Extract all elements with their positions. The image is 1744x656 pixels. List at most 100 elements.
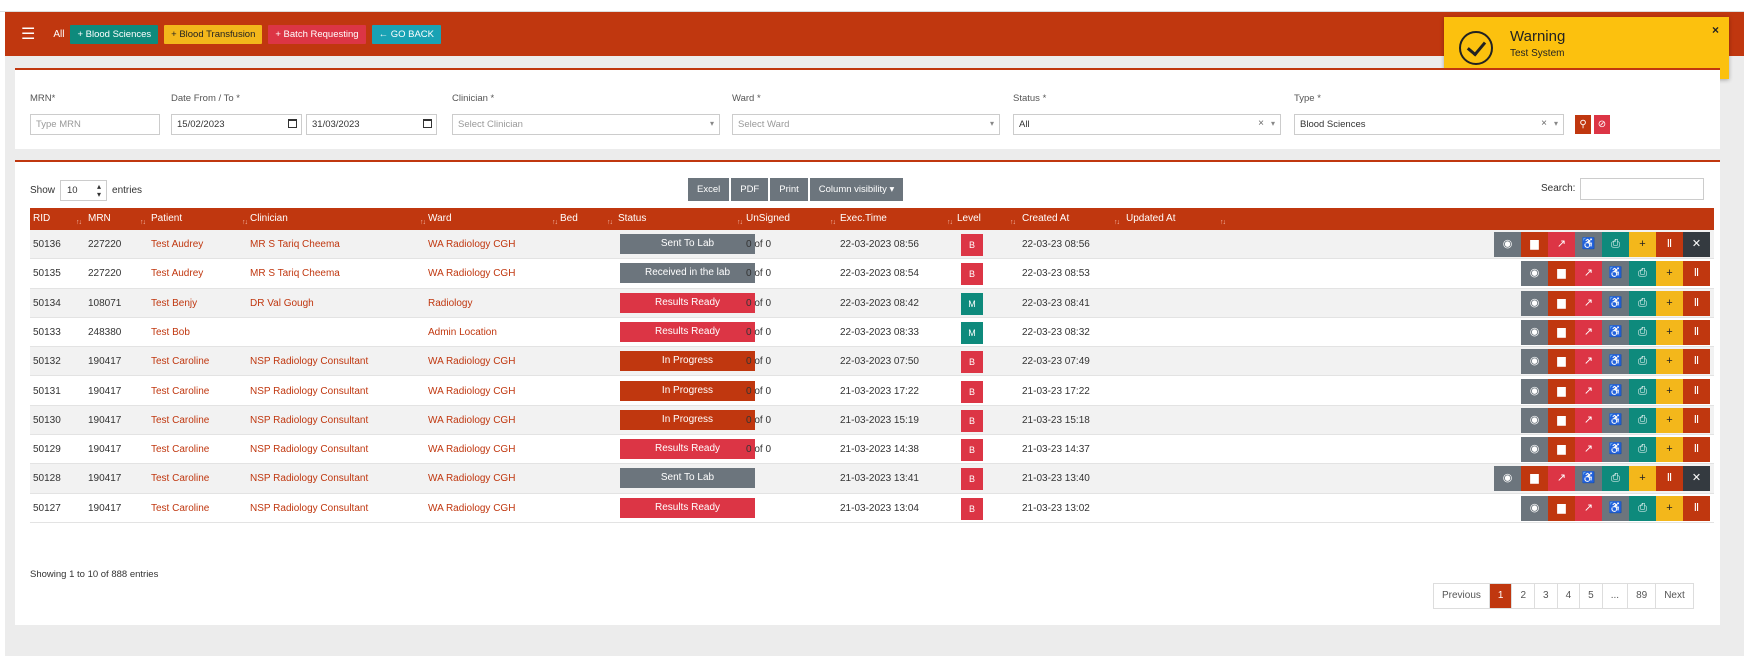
close-icon[interactable]: ✕ [1683,232,1710,257]
plus-icon[interactable]: + [1656,319,1683,345]
bar-chart-icon[interactable]: ▆ [1548,319,1575,345]
cell-patient[interactable]: Test Benjy [151,298,197,309]
line-chart-icon[interactable]: ↗ [1548,466,1575,492]
line-chart-icon[interactable]: ↗ [1575,319,1602,345]
column-visibility-button[interactable]: Column visibility ▾ [809,178,904,201]
hamburger-icon[interactable]: ☰ [21,24,35,44]
wheelchair-icon[interactable]: ♿ [1602,378,1629,404]
column-header-ward[interactable]: Ward [428,213,452,224]
cell-clinician[interactable]: NSP Radiology Consultant [250,503,368,514]
cell-ward[interactable]: WA Radiology CGH [428,415,515,426]
batch-requesting-button[interactable]: + Batch Requesting [268,24,366,44]
add-blood-sciences-button[interactable]: + Blood Sciences [70,24,159,44]
wheelchair-icon[interactable]: ♿ [1575,232,1602,257]
ban-icon[interactable]: ⊘ [1594,115,1610,134]
date-to-input[interactable]: 31/03/2023 [306,114,437,135]
wheelchair-icon[interactable]: ♿ [1602,495,1629,521]
line-chart-icon[interactable]: ↗ [1575,349,1602,375]
columns-icon[interactable]: Ⅱ [1683,407,1710,433]
column-header-mrn[interactable]: MRN [88,213,111,224]
cell-patient[interactable]: Test Bob [151,327,190,338]
pagination-page[interactable]: 89 [1628,584,1657,608]
table-search-input[interactable] [1580,178,1704,200]
cell-clinician[interactable]: NSP Radiology Consultant [250,444,368,455]
pagination-page[interactable]: 2 [1512,584,1536,608]
print-icon[interactable]: ⎙ [1629,407,1656,433]
cell-ward[interactable]: WA Radiology CGH [428,356,515,367]
cell-ward[interactable]: WA Radiology CGH [428,503,515,514]
eye-icon[interactable]: ◉ [1521,261,1548,287]
pagination-page[interactable]: 1 [1489,584,1513,608]
print-icon[interactable]: ⎙ [1602,466,1629,492]
clinician-select[interactable]: Select Clinician ▾ [452,114,720,135]
sort-icon[interactable]: ↑↓ [1010,219,1016,226]
columns-icon[interactable]: Ⅱ [1683,495,1710,521]
plus-icon[interactable]: + [1629,232,1656,257]
columns-icon[interactable]: Ⅱ [1683,437,1710,463]
ward-select[interactable]: Select Ward ▾ [732,114,1000,135]
cell-clinician[interactable]: NSP Radiology Consultant [250,386,368,397]
cell-clinician[interactable]: NSP Radiology Consultant [250,415,368,426]
print-icon[interactable]: ⎙ [1629,319,1656,345]
go-back-button[interactable]: ← GO BACK [371,24,441,44]
bar-chart-icon[interactable]: ▆ [1521,232,1548,257]
line-chart-icon[interactable]: ↗ [1575,290,1602,316]
wheelchair-icon[interactable]: ♿ [1602,290,1629,316]
print-icon[interactable]: ⎙ [1629,495,1656,521]
clear-icon[interactable]: × [1258,118,1264,129]
cell-ward[interactable]: WA Radiology CGH [428,268,515,279]
column-header-level[interactable]: Level [957,213,981,224]
wheelchair-icon[interactable]: ♿ [1575,466,1602,492]
plus-icon[interactable]: + [1656,261,1683,287]
cell-clinician[interactable]: MR S Tariq Cheema [250,268,340,279]
column-header-clinician[interactable]: Clinician [250,213,288,224]
wheelchair-icon[interactable]: ♿ [1602,319,1629,345]
cell-ward[interactable]: WA Radiology CGH [428,239,515,250]
cell-patient[interactable]: Test Caroline [151,415,209,426]
nav-all-link[interactable]: All [53,29,64,40]
column-header-updated-at[interactable]: Updated At [1126,213,1175,224]
line-chart-icon[interactable]: ↗ [1575,378,1602,404]
eye-icon[interactable]: ◉ [1521,407,1548,433]
columns-icon[interactable]: Ⅱ [1683,290,1710,316]
plus-icon[interactable]: + [1656,495,1683,521]
sort-icon[interactable]: ↑↓ [420,219,426,226]
line-chart-icon[interactable]: ↗ [1575,407,1602,433]
column-header-exec-time[interactable]: Exec.Time [840,213,887,224]
wheelchair-icon[interactable]: ♿ [1602,349,1629,375]
pdf-button[interactable]: PDF [731,178,769,201]
calendar-icon[interactable] [288,119,297,128]
excel-button[interactable]: Excel [688,178,730,201]
bar-chart-icon[interactable]: ▆ [1548,407,1575,433]
pagination-page[interactable]: 3 [1535,584,1558,608]
cell-clinician[interactable]: MR S Tariq Cheema [250,239,340,250]
bar-chart-icon[interactable]: ▆ [1548,261,1575,287]
type-select[interactable]: Blood Sciences × ▾ [1294,114,1564,135]
cell-ward[interactable]: WA Radiology CGH [428,444,515,455]
sort-icon[interactable]: ↑↓ [552,219,558,226]
eye-icon[interactable]: ◉ [1521,349,1548,375]
plus-icon[interactable]: + [1656,349,1683,375]
cell-patient[interactable]: Test Caroline [151,503,209,514]
add-blood-transfusion-button[interactable]: + Blood Transfusion [164,24,263,44]
bar-chart-icon[interactable]: ▆ [1521,466,1548,492]
bar-chart-icon[interactable]: ▆ [1548,495,1575,521]
cell-clinician[interactable]: NSP Radiology Consultant [250,473,368,484]
columns-icon[interactable]: Ⅱ [1683,349,1710,375]
eye-icon[interactable]: ◉ [1494,232,1521,257]
sort-icon[interactable]: ↑↓ [830,219,836,226]
print-button[interactable]: Print [770,178,808,201]
eye-icon[interactable]: ◉ [1521,378,1548,404]
columns-icon[interactable]: Ⅱ [1683,319,1710,345]
calendar-icon[interactable] [423,119,432,128]
column-header-bed[interactable]: Bed [560,213,578,224]
sort-icon[interactable]: ↑↓ [140,219,146,226]
cell-ward[interactable]: Admin Location [428,327,497,338]
cell-ward[interactable]: Radiology [428,298,472,309]
line-chart-icon[interactable]: ↗ [1548,232,1575,257]
columns-icon[interactable]: Ⅱ [1656,232,1683,257]
eye-icon[interactable]: ◉ [1521,495,1548,521]
sort-icon[interactable]: ↑↓ [737,219,743,226]
bar-chart-icon[interactable]: ▆ [1548,378,1575,404]
print-icon[interactable]: ⎙ [1629,349,1656,375]
